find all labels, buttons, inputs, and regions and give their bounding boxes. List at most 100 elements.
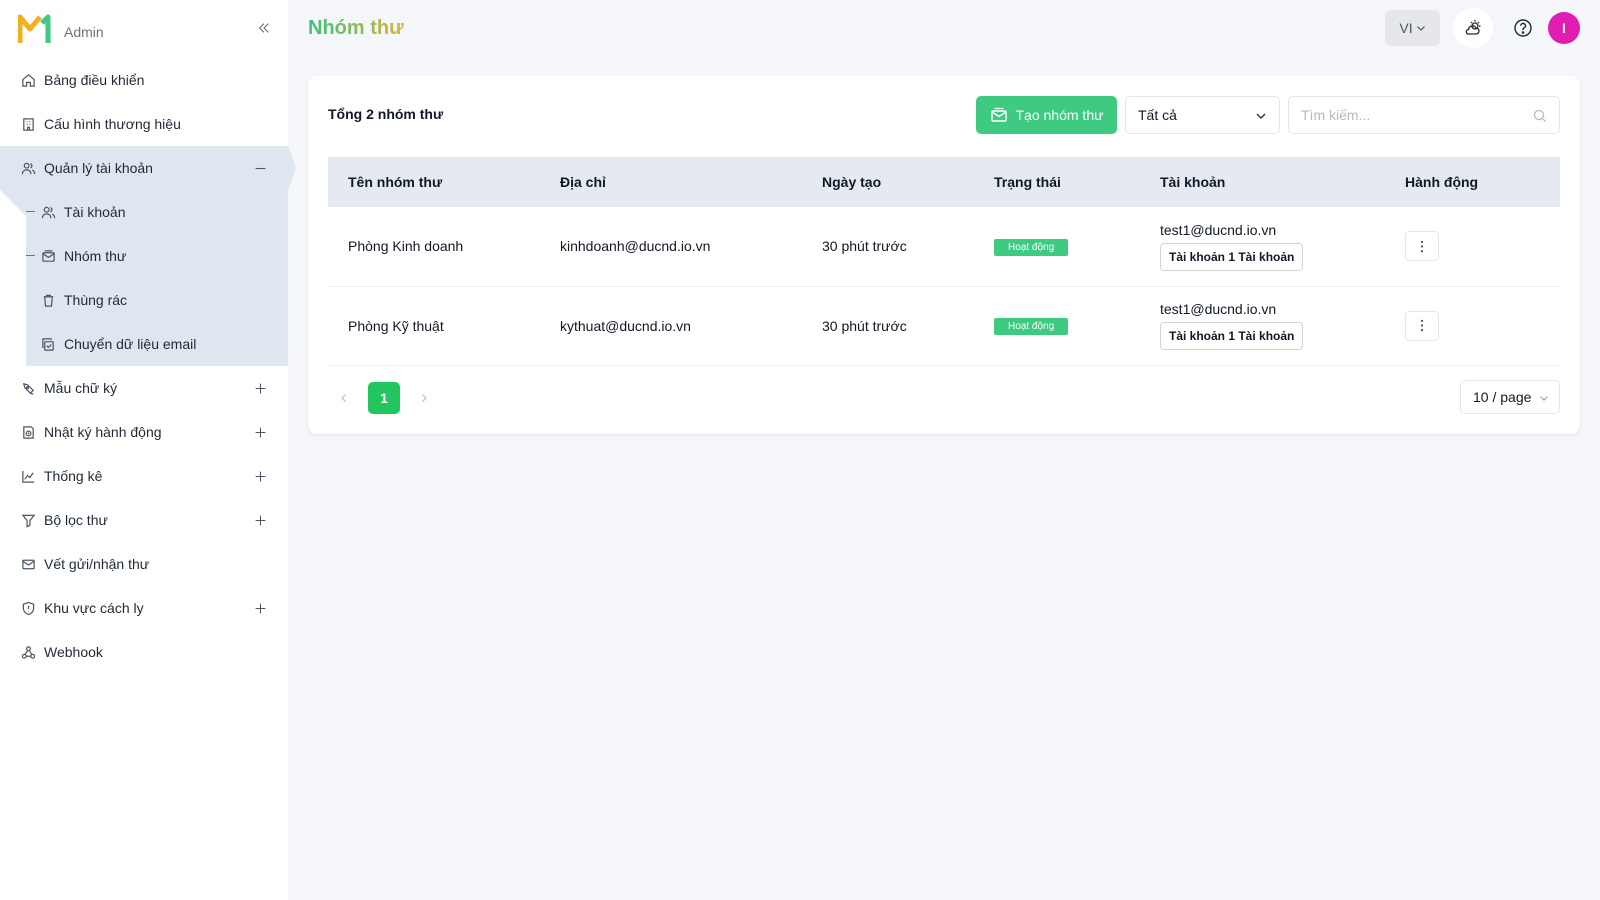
group-name: Phòng Kinh doanh bbox=[348, 238, 464, 255]
account-count-tag[interactable]: Tài khoản 1 Tài khoản bbox=[1160, 322, 1304, 350]
collapse-sidebar-icon[interactable] bbox=[254, 18, 274, 38]
trash-icon bbox=[40, 292, 56, 308]
webhook-icon bbox=[20, 644, 36, 660]
status-cell: Hoạt động bbox=[974, 286, 1140, 365]
language-value: VI bbox=[1399, 20, 1413, 36]
sidebar-item-quarantine[interactable]: Khu vực cách ly bbox=[0, 586, 288, 630]
accounts-cell: test1@ducnd.io.vn Tài khoản 1 Tài khoản bbox=[1140, 286, 1385, 365]
create-mail-group-button[interactable]: Tạo nhóm thư bbox=[976, 96, 1117, 134]
sidebar-item-label: Tài khoản bbox=[64, 204, 126, 220]
sidebar-item-label: Thùng rác bbox=[64, 292, 128, 308]
sidebar-item-statistics[interactable]: Thống kê bbox=[0, 454, 288, 498]
page-number-button[interactable]: 1 bbox=[368, 382, 400, 414]
sidebar-item-label: Vết gửi/nhận thư bbox=[44, 556, 150, 572]
chevron-down-icon bbox=[1256, 113, 1266, 120]
sidebar-item-label: Chuyển dữ liệu email bbox=[64, 336, 197, 352]
sidebar-item-webhook[interactable]: Webhook bbox=[0, 630, 288, 674]
sidebar-subitem-mail-groups[interactable]: Nhóm thư bbox=[26, 234, 288, 278]
sidebar-item-mail-filter[interactable]: Bộ lọc thư bbox=[0, 498, 288, 542]
chevron-right-icon[interactable] bbox=[408, 382, 440, 414]
filter-icon bbox=[20, 512, 36, 528]
group-address: kythuat@ducnd.io.vn bbox=[560, 317, 691, 334]
avatar[interactable]: I bbox=[1548, 12, 1580, 44]
status-cell: Hoạt động bbox=[974, 207, 1140, 286]
expand-icon[interactable] bbox=[252, 380, 268, 396]
log-icon bbox=[20, 424, 36, 440]
sidebar-item-label: Quản lý tài khoản bbox=[44, 160, 153, 176]
account-count-tag[interactable]: Tài khoản 1 Tài khoản bbox=[1160, 242, 1304, 271]
sidebar-item-mail-trace[interactable]: Vết gửi/nhận thư bbox=[0, 542, 288, 586]
mail-groups-card: Tổng 2 nhóm thư Tạo nhóm thư Tất cả Tên … bbox=[308, 76, 1580, 434]
tree-dash bbox=[26, 255, 35, 256]
search-icon[interactable] bbox=[1533, 109, 1547, 123]
users-icon bbox=[40, 204, 56, 220]
sidebar-item-label: Mẫu chữ ký bbox=[44, 380, 118, 396]
expand-icon[interactable] bbox=[252, 468, 268, 484]
logo-icon bbox=[18, 14, 51, 43]
status-filter-select[interactable]: Tất cả bbox=[1125, 96, 1280, 134]
column-header-status: Trạng thái bbox=[994, 174, 1061, 190]
search-box bbox=[1288, 96, 1560, 134]
more-vertical-icon bbox=[1420, 240, 1424, 253]
sidebar-item-action-log[interactable]: Nhật ký hành động bbox=[0, 410, 288, 454]
chevron-left-icon[interactable] bbox=[328, 382, 360, 414]
mail-icon bbox=[20, 556, 36, 572]
actions-cell bbox=[1385, 286, 1560, 365]
weather-theme-icon bbox=[1465, 20, 1481, 35]
theme-toggle-button[interactable] bbox=[1453, 8, 1493, 48]
column-header-actions: Hành động bbox=[1405, 174, 1479, 190]
brand: Admin bbox=[0, 0, 288, 58]
sidebar-item-label: Webhook bbox=[44, 644, 103, 660]
accounts-cell: test1@ducnd.io.vn Tài khoản 1 Tài khoản bbox=[1140, 207, 1385, 286]
mail-group-icon bbox=[990, 107, 1007, 122]
group-name: Phòng Kỹ thuật bbox=[348, 317, 444, 334]
sidebar-item-label: Thống kê bbox=[44, 468, 103, 484]
group-created: 30 phút trước bbox=[822, 317, 907, 334]
sidebar-subitem-trash[interactable]: Thùng rác bbox=[26, 278, 288, 322]
column-header-name: Tên nhóm thư bbox=[348, 174, 443, 190]
actions-cell bbox=[1385, 207, 1560, 286]
sidebar-item-signature-templates[interactable]: Mẫu chữ ký bbox=[0, 366, 288, 410]
sidebar-item-account-management[interactable]: Quản lý tài khoản bbox=[0, 146, 296, 190]
brand-name: Admin bbox=[64, 24, 104, 40]
sidebar-item-label: Nhóm thư bbox=[64, 248, 127, 264]
sidebar-item-dashboard[interactable]: Bảng điều khiển bbox=[0, 58, 288, 102]
sidebar-item-label: Cấu hình thương hiệu bbox=[44, 116, 181, 132]
tree-dash bbox=[26, 211, 35, 212]
migrate-icon bbox=[40, 336, 56, 352]
row-actions-button[interactable] bbox=[1405, 231, 1439, 262]
account-submenu: Tài khoản Nhóm thư Thùng rác Chuyển dữ l… bbox=[0, 190, 288, 366]
building-icon bbox=[20, 116, 36, 132]
mail-group-icon bbox=[40, 248, 56, 264]
help-button[interactable] bbox=[1503, 8, 1543, 48]
account-email: test1@ducnd.io.vn bbox=[1160, 301, 1277, 317]
sidebar-menu: Bảng điều khiển Cấu hình thương hiệu Quả… bbox=[0, 58, 296, 190]
chevron-down-icon bbox=[1416, 26, 1425, 31]
column-header-address: Địa chỉ bbox=[560, 174, 606, 190]
group-created: 30 phút trước bbox=[822, 238, 907, 255]
column-header-accounts: Tài khoản bbox=[1160, 174, 1226, 190]
column-header-created: Ngày tạo bbox=[822, 174, 882, 190]
more-vertical-icon bbox=[1420, 319, 1424, 332]
row-actions-button[interactable] bbox=[1405, 310, 1439, 341]
expand-icon[interactable] bbox=[252, 600, 268, 616]
help-icon bbox=[1514, 19, 1532, 37]
status-badge: Hoạt động bbox=[994, 318, 1069, 335]
expand-icon[interactable] bbox=[252, 512, 268, 528]
language-selector[interactable]: VI bbox=[1385, 10, 1440, 46]
search-input[interactable] bbox=[1301, 107, 1531, 123]
page-size-select[interactable]: 10 / page bbox=[1460, 380, 1560, 414]
shield-icon bbox=[20, 600, 36, 616]
sidebar-subitem-email-migration[interactable]: Chuyển dữ liệu email bbox=[26, 322, 288, 366]
sidebar: Admin Bảng điều khiển Cấu hình thương hi… bbox=[0, 0, 296, 900]
sidebar-item-label: Bộ lọc thư bbox=[44, 512, 108, 528]
signature-icon bbox=[20, 380, 36, 396]
mail-groups-table: Tên nhóm thư Địa chỉ Ngày tạo Trạng thái… bbox=[328, 157, 1560, 366]
collapse-icon[interactable] bbox=[252, 160, 268, 176]
sidebar-item-brand-config[interactable]: Cấu hình thương hiệu bbox=[0, 102, 288, 146]
expand-icon[interactable] bbox=[252, 424, 268, 440]
table-row: Phòng Kỹ thuật kythuat@ducnd.io.vn 30 ph… bbox=[328, 286, 1560, 365]
top-header: Nhóm thư VI I bbox=[288, 0, 1600, 56]
table-row: Phòng Kinh doanh kinhdoanh@ducnd.io.vn 3… bbox=[328, 207, 1560, 286]
sidebar-subitem-accounts[interactable]: Tài khoản bbox=[26, 190, 288, 234]
